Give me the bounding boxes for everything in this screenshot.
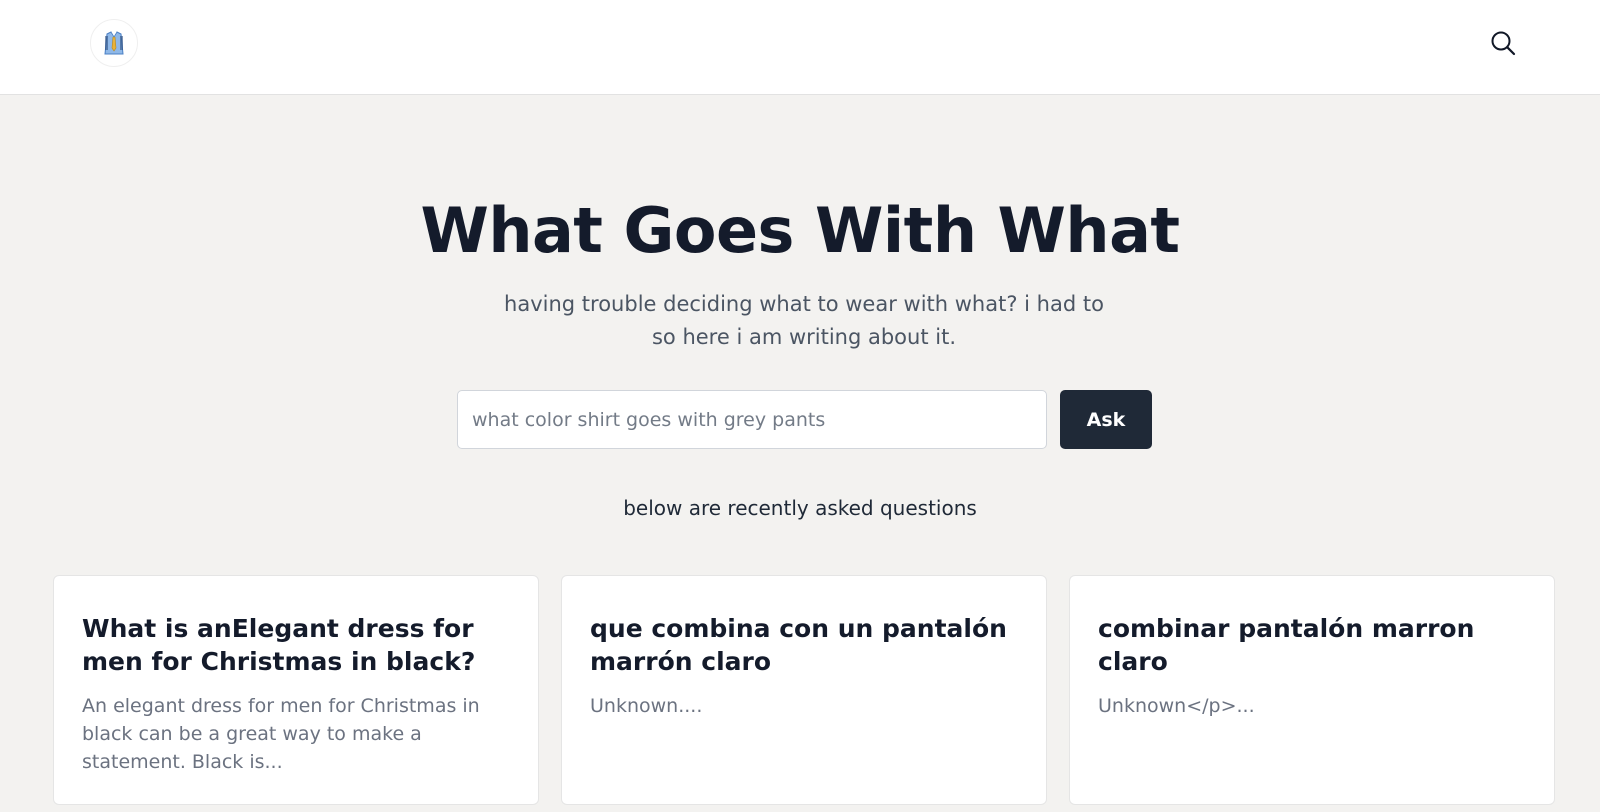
- question-card[interactable]: combinar pantalón marron claro Unknown</…: [1069, 575, 1555, 805]
- question-card[interactable]: What is anElegant dress for men for Chri…: [53, 575, 539, 805]
- page-title: What Goes With What: [420, 194, 1180, 267]
- question-card-title[interactable]: que combina con un pantalón marrón claro: [590, 612, 1018, 678]
- recent-questions-label: below are recently asked questions: [623, 496, 977, 520]
- site-logo[interactable]: [90, 19, 138, 67]
- search-button[interactable]: [1488, 28, 1518, 58]
- question-card-excerpt: Unknown</p>...: [1098, 695, 1255, 717]
- question-input[interactable]: [457, 390, 1047, 449]
- question-card-title[interactable]: What is anElegant dress for men for Chri…: [82, 612, 510, 678]
- question-card-excerpt: Unknown....: [590, 695, 703, 717]
- ask-button[interactable]: Ask: [1060, 390, 1152, 449]
- top-header: [0, 0, 1600, 95]
- search-icon: [1491, 31, 1516, 56]
- page-subtitle: having trouble deciding what to wear wit…: [504, 292, 1104, 349]
- question-card-title[interactable]: combinar pantalón marron claro: [1098, 612, 1526, 678]
- question-card[interactable]: que combina con un pantalón marrón claro…: [561, 575, 1047, 805]
- question-card-excerpt: An elegant dress for men for Christmas i…: [82, 695, 480, 773]
- shirt-tie-icon: [104, 31, 124, 55]
